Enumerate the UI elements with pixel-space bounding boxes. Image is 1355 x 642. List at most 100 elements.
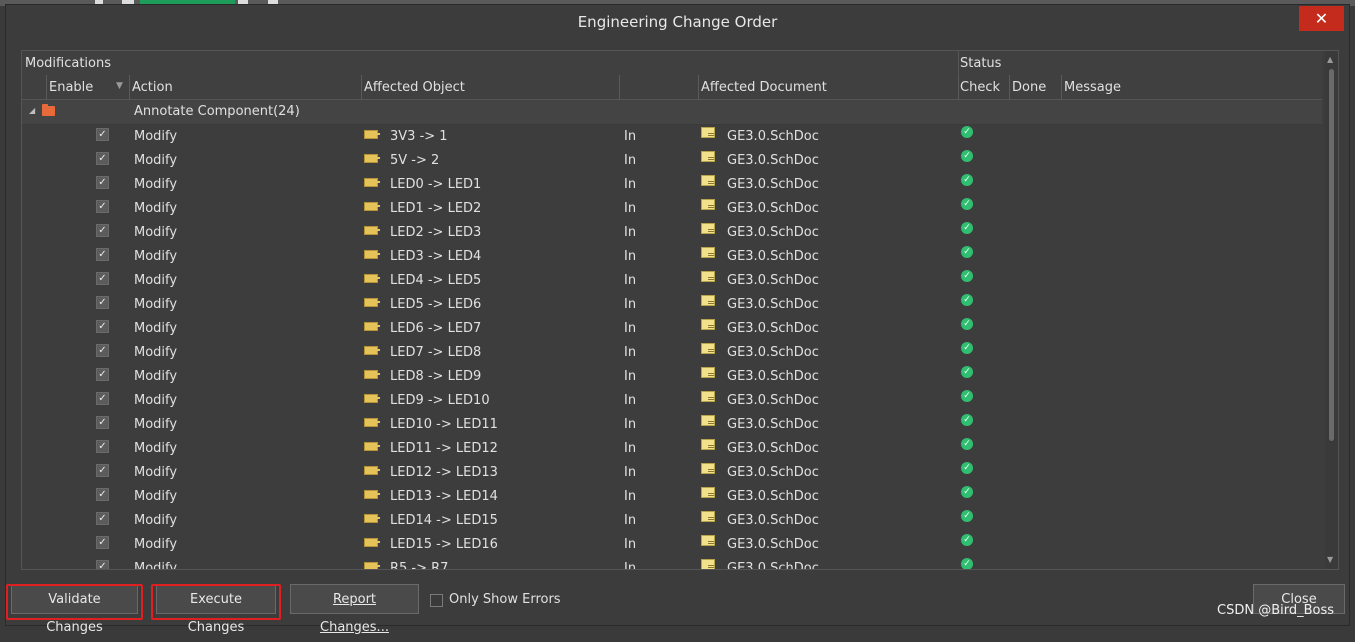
enable-checkbox[interactable]: ✓ xyxy=(96,488,109,501)
sort-arrow-icon[interactable]: ▼ xyxy=(116,81,123,91)
affected-document-cell: GE3.0.SchDoc xyxy=(727,489,819,504)
component-icon xyxy=(364,466,380,475)
enable-checkbox[interactable]: ✓ xyxy=(96,224,109,237)
affected-document-cell: GE3.0.SchDoc xyxy=(727,513,819,528)
table-row[interactable]: ✓ Modify LED8 -> LED9 In GE3.0.SchDoc ✓ xyxy=(22,364,1322,388)
check-ok-icon: ✓ xyxy=(961,174,973,186)
schematic-document-icon xyxy=(701,535,715,546)
component-icon xyxy=(364,130,380,139)
schematic-document-icon xyxy=(701,391,715,402)
component-icon xyxy=(364,250,380,259)
action-cell: Modify xyxy=(134,153,178,168)
table-row[interactable]: ✓ Modify LED1 -> LED2 In GE3.0.SchDoc ✓ xyxy=(22,196,1322,220)
action-cell: Modify xyxy=(134,417,178,432)
table-row[interactable]: ✓ Modify LED9 -> LED10 In GE3.0.SchDoc ✓ xyxy=(22,388,1322,412)
table-row[interactable]: ✓ Modify LED4 -> LED5 In GE3.0.SchDoc ✓ xyxy=(22,268,1322,292)
report-changes-button[interactable]: Report Changes... xyxy=(290,584,419,635)
table-row[interactable]: ✓ Modify LED0 -> LED1 In GE3.0.SchDoc ✓ xyxy=(22,172,1322,196)
enable-checkbox[interactable]: ✓ xyxy=(96,152,109,165)
table-row[interactable]: ✓ Modify LED15 -> LED16 In GE3.0.SchDoc ✓ xyxy=(22,532,1322,556)
enable-checkbox[interactable]: ✓ xyxy=(96,536,109,549)
close-icon[interactable]: ✕ xyxy=(1299,6,1344,31)
in-cell: In xyxy=(624,417,637,432)
enable-checkbox[interactable]: ✓ xyxy=(96,128,109,141)
affected-document-cell: GE3.0.SchDoc xyxy=(727,369,819,384)
affected-document-cell: GE3.0.SchDoc xyxy=(727,225,819,240)
component-icon xyxy=(364,562,380,569)
affected-object-cell: LED8 -> LED9 xyxy=(390,369,482,384)
schematic-document-icon xyxy=(701,175,715,186)
affected-object-cell: 5V -> 2 xyxy=(390,153,440,168)
enable-checkbox[interactable]: ✓ xyxy=(96,464,109,477)
header-enable[interactable]: Enable xyxy=(49,80,93,95)
group-row-annotate[interactable]: ◢ Annotate Component(24) xyxy=(22,100,1322,125)
in-cell: In xyxy=(624,393,637,408)
enable-checkbox[interactable]: ✓ xyxy=(96,368,109,381)
enable-checkbox[interactable]: ✓ xyxy=(96,440,109,453)
header-affected-document[interactable]: Affected Document xyxy=(701,80,827,95)
in-cell: In xyxy=(624,153,637,168)
enable-checkbox[interactable]: ✓ xyxy=(96,344,109,357)
affected-object-cell: LED9 -> LED10 xyxy=(390,393,490,408)
table-row[interactable]: ✓ Modify R5 -> R7 In GE3.0.SchDoc ✓ xyxy=(22,556,1322,570)
affected-document-cell: GE3.0.SchDoc xyxy=(727,441,819,456)
header-modifications: Modifications xyxy=(25,56,112,71)
enable-checkbox[interactable]: ✓ xyxy=(96,200,109,213)
table-row[interactable]: ✓ Modify LED6 -> LED7 In GE3.0.SchDoc ✓ xyxy=(22,316,1322,340)
enable-checkbox[interactable]: ✓ xyxy=(96,392,109,405)
check-ok-icon: ✓ xyxy=(961,342,973,354)
enable-checkbox[interactable]: ✓ xyxy=(96,176,109,189)
check-ok-icon: ✓ xyxy=(961,270,973,282)
header-done[interactable]: Done xyxy=(1012,80,1046,95)
table-row[interactable]: ✓ Modify LED3 -> LED4 In GE3.0.SchDoc ✓ xyxy=(22,244,1322,268)
affected-document-cell: GE3.0.SchDoc xyxy=(727,153,819,168)
enable-checkbox[interactable]: ✓ xyxy=(96,272,109,285)
in-cell: In xyxy=(624,537,637,552)
table-row[interactable]: ✓ Modify LED13 -> LED14 In GE3.0.SchDoc ✓ xyxy=(22,484,1322,508)
group-label: Annotate Component(24) xyxy=(134,104,300,119)
header-action[interactable]: Action xyxy=(132,80,173,95)
header-affected-object[interactable]: Affected Object xyxy=(364,80,465,95)
enable-checkbox[interactable]: ✓ xyxy=(96,320,109,333)
table-row[interactable]: ✓ Modify LED2 -> LED3 In GE3.0.SchDoc ✓ xyxy=(22,220,1322,244)
table-row[interactable]: ✓ Modify LED5 -> LED6 In GE3.0.SchDoc ✓ xyxy=(22,292,1322,316)
table-row[interactable]: ✓ Modify LED10 -> LED11 In GE3.0.SchDoc ✓ xyxy=(22,412,1322,436)
enable-checkbox[interactable]: ✓ xyxy=(96,416,109,429)
header-message[interactable]: Message xyxy=(1064,80,1121,95)
header-check[interactable]: Check xyxy=(960,80,1000,95)
enable-checkbox[interactable]: ✓ xyxy=(96,248,109,261)
component-icon xyxy=(364,514,380,523)
affected-object-cell: R5 -> R7 xyxy=(390,561,449,570)
in-cell: In xyxy=(624,225,637,240)
table-row[interactable]: ✓ Modify 3V3 -> 1 In GE3.0.SchDoc ✓ xyxy=(22,124,1322,148)
table-row[interactable]: ✓ Modify LED11 -> LED12 In GE3.0.SchDoc ✓ xyxy=(22,436,1322,460)
check-ok-icon: ✓ xyxy=(961,486,973,498)
enable-checkbox[interactable]: ✓ xyxy=(96,296,109,309)
in-cell: In xyxy=(624,129,637,144)
only-show-errors-checkbox[interactable] xyxy=(430,594,443,607)
scroll-thumb[interactable] xyxy=(1329,69,1334,441)
affected-object-cell: LED2 -> LED3 xyxy=(390,225,482,240)
vertical-scrollbar[interactable]: ▲ ▼ xyxy=(1325,51,1338,569)
schematic-document-icon xyxy=(701,367,715,378)
action-cell: Modify xyxy=(134,465,178,480)
enable-checkbox[interactable]: ✓ xyxy=(96,512,109,525)
in-cell: In xyxy=(624,465,637,480)
affected-document-cell: GE3.0.SchDoc xyxy=(727,561,819,570)
component-icon xyxy=(364,394,380,403)
check-ok-icon: ✓ xyxy=(961,198,973,210)
in-cell: In xyxy=(624,513,637,528)
table-row[interactable]: ✓ Modify 5V -> 2 In GE3.0.SchDoc ✓ xyxy=(22,148,1322,172)
table-row[interactable]: ✓ Modify LED12 -> LED13 In GE3.0.SchDoc ✓ xyxy=(22,460,1322,484)
table-row[interactable]: ✓ Modify LED7 -> LED8 In GE3.0.SchDoc ✓ xyxy=(22,340,1322,364)
enable-checkbox[interactable]: ✓ xyxy=(96,560,109,569)
header-group-row: Modifications Status xyxy=(22,51,1322,76)
collapse-triangle-icon[interactable]: ◢ xyxy=(29,106,35,115)
component-icon xyxy=(364,274,380,283)
affected-object-cell: 3V3 -> 1 xyxy=(390,129,448,144)
table-row[interactable]: ✓ Modify LED14 -> LED15 In GE3.0.SchDoc ✓ xyxy=(22,508,1322,532)
in-cell: In xyxy=(624,201,637,216)
scroll-up-icon[interactable]: ▲ xyxy=(1327,55,1333,64)
component-icon xyxy=(364,490,380,499)
scroll-down-icon[interactable]: ▼ xyxy=(1327,555,1333,564)
